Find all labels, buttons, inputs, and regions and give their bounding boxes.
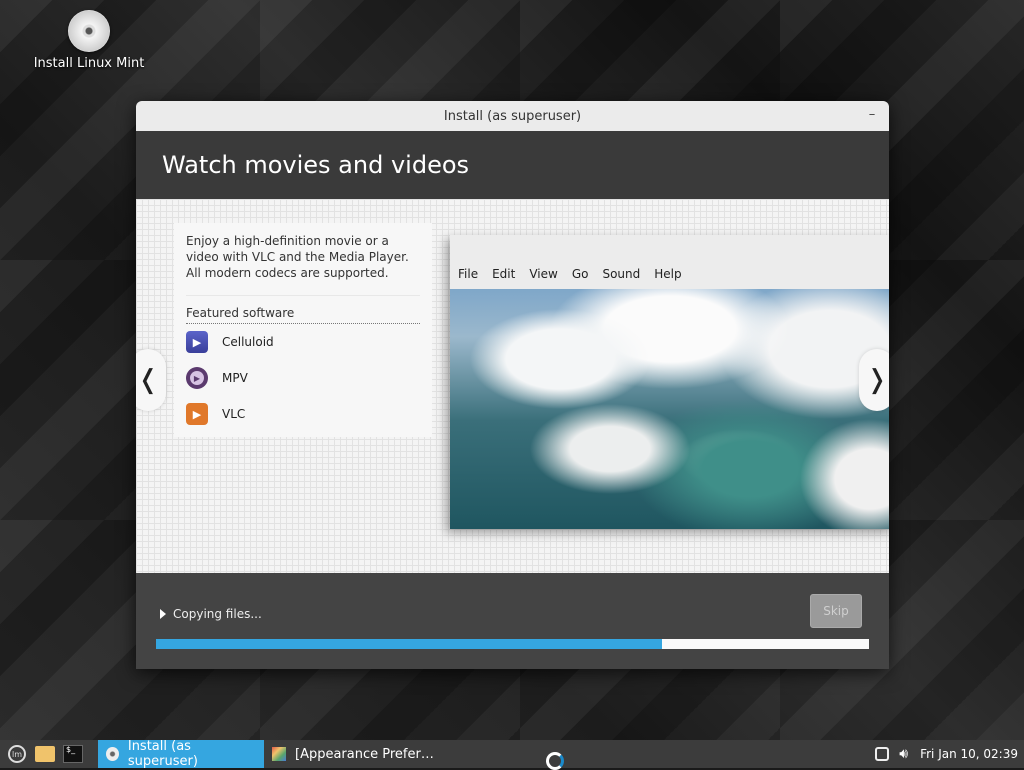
skip-button[interactable]: Skip (810, 594, 862, 628)
vlc-icon: ▶ (186, 403, 208, 425)
menu-edit: Edit (492, 267, 516, 281)
celluloid-icon: ▶ (186, 331, 208, 353)
progress-bar (156, 639, 869, 649)
info-card: Enjoy a high-definition movie or a video… (174, 223, 432, 437)
video-frame (450, 289, 889, 529)
minimize-button[interactable]: – (865, 107, 879, 122)
taskbar: lm $_ Install (as superuser) [Appearance… (0, 739, 1024, 769)
menu-sound: Sound (602, 267, 641, 281)
software-item: ▶ MPV (186, 360, 420, 396)
slideshow: Enjoy a high-definition movie or a video… (136, 199, 889, 573)
player-menubar: File Edit View Go Sound Help (458, 267, 696, 281)
desktop-icon-install[interactable]: Install Linux Mint (30, 10, 148, 71)
software-item: ▶ VLC (186, 396, 420, 432)
menu-button[interactable]: lm (6, 743, 28, 765)
loading-cursor-icon (546, 752, 564, 770)
mpv-icon: ▶ (186, 367, 208, 389)
previous-slide-button[interactable]: ❬ (136, 349, 166, 411)
taskbar-item-label: [Appearance Prefer… (295, 746, 434, 762)
next-slide-button[interactable]: ❭ (859, 349, 889, 411)
menu-view: View (529, 267, 558, 281)
page-title: Watch movies and videos (136, 131, 889, 199)
appearance-icon (272, 747, 286, 761)
progress-fill (156, 639, 663, 649)
media-player-screenshot: File Edit View Go Sound Help (450, 235, 889, 529)
taskbar-item-appearance[interactable]: [Appearance Prefer… (264, 740, 444, 768)
desktop-icon-label: Install Linux Mint (33, 56, 145, 71)
software-name: Celluloid (222, 335, 274, 349)
menu-file: File (458, 267, 479, 281)
disc-icon (68, 10, 110, 52)
software-name: VLC (222, 407, 246, 421)
terminal-icon: $_ (63, 745, 83, 763)
installer-window: Install (as superuser) – Watch movies an… (136, 101, 889, 669)
files-launcher[interactable] (34, 743, 56, 765)
progress-area: Copying files... Skip (136, 573, 889, 669)
network-icon[interactable] (875, 747, 890, 761)
window-titlebar[interactable]: Install (as superuser) – (136, 101, 889, 131)
taskbar-item-installer[interactable]: Install (as superuser) (98, 739, 264, 769)
expander-arrow-icon (160, 609, 166, 619)
system-tray: 🔊︎ Fri Jan 10, 02:39 (875, 740, 1018, 768)
terminal-launcher[interactable]: $_ (62, 743, 84, 765)
menu-help: Help (654, 267, 682, 281)
status-text: Copying files... (173, 607, 262, 621)
software-item: ▶ Celluloid (186, 324, 420, 360)
mint-logo-icon: lm (8, 745, 26, 763)
software-name: MPV (222, 371, 248, 385)
featured-title: Featured software (186, 295, 420, 324)
status-expander[interactable]: Copying files... (160, 607, 262, 621)
volume-icon[interactable]: 🔊︎ (899, 746, 908, 762)
clock[interactable]: Fri Jan 10, 02:39 (920, 747, 1018, 761)
window-title: Install (as superuser) (443, 108, 582, 124)
disc-icon (106, 747, 119, 761)
taskbar-item-label: Install (as superuser) (127, 739, 198, 769)
slide-description: Enjoy a high-definition movie or a video… (186, 234, 409, 280)
menu-go: Go (571, 267, 589, 281)
folder-icon (35, 746, 55, 762)
